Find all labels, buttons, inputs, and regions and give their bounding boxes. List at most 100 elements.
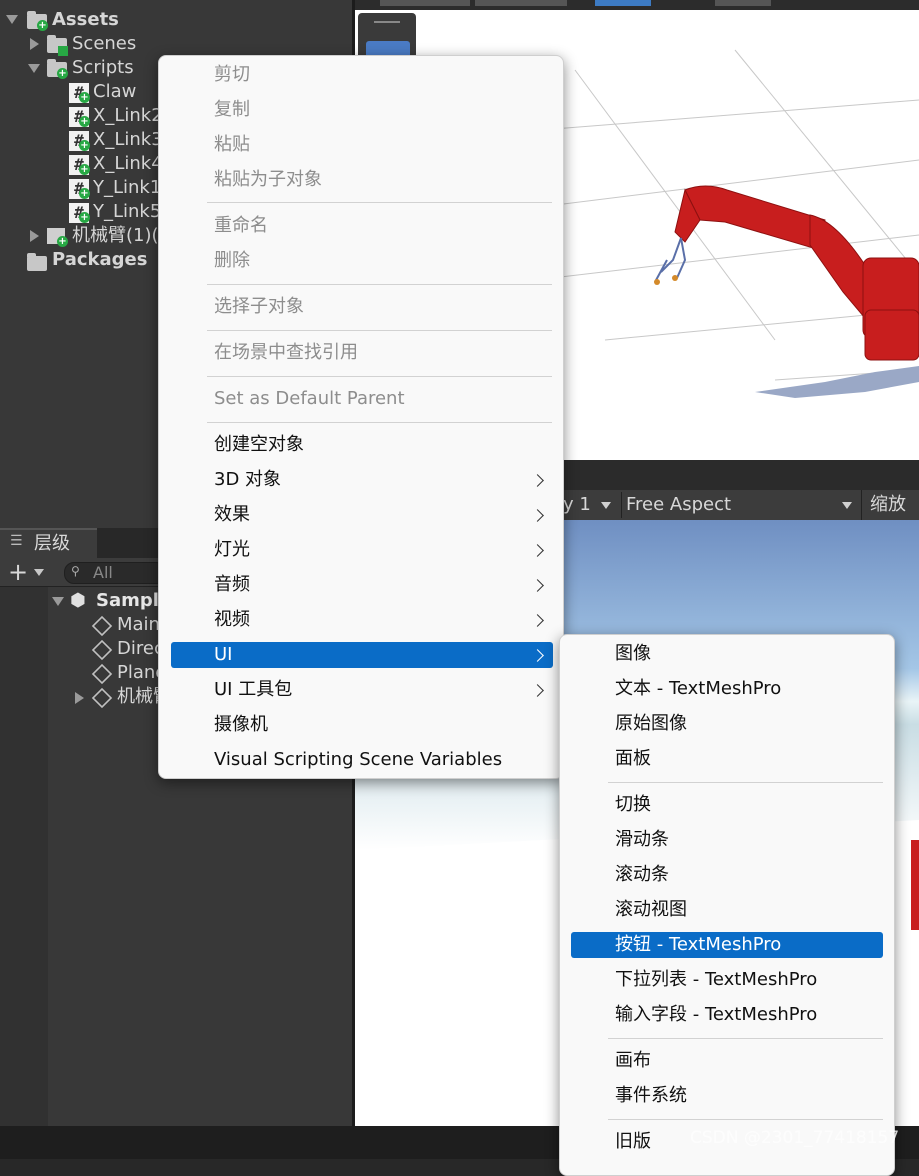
- menu-separator: [207, 422, 552, 423]
- hierarchy-item[interactable]: Main: [117, 613, 160, 637]
- menu-item-effects[interactable]: 效果: [214, 501, 250, 529]
- expand-arrow-icon[interactable]: [52, 597, 64, 606]
- add-badge-icon: +: [57, 68, 68, 79]
- project-item-y-link5[interactable]: Y_Link5: [93, 200, 161, 224]
- menu-separator: [207, 202, 552, 203]
- watermark-text: CSDN @2301_77418157: [690, 1128, 900, 1148]
- search-icon: ⚲: [71, 564, 80, 578]
- submenu-item-event-system[interactable]: 事件系统: [615, 1082, 687, 1110]
- unity-logo-icon: ⬢: [70, 590, 86, 611]
- add-badge-icon: +: [79, 188, 90, 199]
- expand-arrow-icon[interactable]: [75, 692, 84, 704]
- chevron-down-icon[interactable]: [601, 502, 611, 509]
- display-label[interactable]: y 1: [563, 490, 591, 520]
- add-icon[interactable]: +: [8, 558, 28, 586]
- scale-label: 缩放: [870, 494, 906, 515]
- expand-arrow-icon[interactable]: [6, 15, 18, 24]
- chevron-down-icon: [842, 502, 852, 509]
- toolbar-button[interactable]: [380, 0, 470, 6]
- folder-icon: [27, 253, 47, 271]
- chevron-down-icon[interactable]: [34, 569, 44, 576]
- menu-separator: [207, 330, 552, 331]
- submenu-arrow-icon: [531, 509, 544, 522]
- submenu-arrow-icon: [531, 579, 544, 592]
- project-item-y-link1[interactable]: Y_Link1: [93, 176, 161, 200]
- submenu-item-legacy[interactable]: 旧版: [615, 1128, 651, 1156]
- menu-separator: [207, 376, 552, 377]
- scale-control[interactable]: 缩放: [861, 490, 919, 520]
- submenu-item-scrollbar[interactable]: 滚动条: [615, 861, 669, 889]
- submenu-item-image[interactable]: 图像: [615, 640, 651, 668]
- project-item-x-link4[interactable]: X_Link4: [93, 152, 163, 176]
- menu-item-create-empty[interactable]: 创建空对象: [214, 431, 304, 459]
- submenu-item-scroll-view[interactable]: 滚动视图: [615, 896, 687, 924]
- aspect-dropdown[interactable]: Free Aspect: [621, 492, 857, 518]
- toolbar-button[interactable]: [715, 0, 771, 6]
- submenu-arrow-icon: [531, 474, 544, 487]
- submenu-item-text-textmeshpro[interactable]: 文本 - TextMeshPro: [615, 675, 781, 703]
- list-icon: ☰: [10, 533, 23, 549]
- menu-separator: [608, 1119, 883, 1120]
- menu-item-audio[interactable]: 音频: [214, 571, 250, 599]
- menu-item-camera[interactable]: 摄像机: [214, 711, 268, 739]
- menu-item-set-default-parent[interactable]: Set as Default Parent: [214, 385, 405, 413]
- project-item-scenes[interactable]: Scenes: [72, 32, 136, 56]
- menu-item-delete[interactable]: 删除: [214, 247, 250, 275]
- menu-item-paste-as-child[interactable]: 粘贴为子对象: [214, 166, 322, 194]
- submenu-item-dropdown-textmeshpro[interactable]: 下拉列表 - TextMeshPro: [615, 966, 817, 994]
- project-item-scripts[interactable]: Scripts: [72, 56, 134, 80]
- add-badge-icon: +: [79, 92, 90, 103]
- scene-toolbar: [355, 0, 919, 10]
- project-item-x-link2[interactable]: X_Link2: [93, 104, 163, 128]
- project-item-x-link3[interactable]: X_Link3: [93, 128, 163, 152]
- hierarchy-item[interactable]: Direc: [117, 637, 164, 661]
- submenu-item-canvas[interactable]: 画布: [615, 1047, 651, 1075]
- add-badge-icon: +: [57, 236, 68, 247]
- search-input[interactable]: ⚲ All: [64, 562, 166, 584]
- context-menu: 剪切 复制 粘贴 粘贴为子对象 重命名 删除 选择子对象 在场景中查找引用 Se…: [158, 55, 564, 779]
- toolbar-button[interactable]: [475, 0, 567, 6]
- submenu-item-button-textmeshpro[interactable]: 按钮 - TextMeshPro: [615, 931, 781, 959]
- toolbar-button[interactable]: [595, 0, 651, 6]
- expand-arrow-icon[interactable]: [30, 38, 39, 50]
- menu-item-copy[interactable]: 复制: [214, 96, 250, 124]
- submenu-item-input-field-textmeshpro[interactable]: 输入字段 - TextMeshPro: [615, 1001, 817, 1029]
- menu-item-paste[interactable]: 粘贴: [214, 131, 250, 159]
- menu-item-visual-scripting-scene-variables[interactable]: Visual Scripting Scene Variables: [214, 746, 502, 774]
- submenu-arrow-icon: [531, 544, 544, 557]
- project-item-claw[interactable]: Claw: [93, 80, 136, 104]
- menu-separator: [608, 1038, 883, 1039]
- menu-item-ui[interactable]: UI: [214, 641, 232, 669]
- menu-item-light[interactable]: 灯光: [214, 536, 250, 564]
- submenu-item-panel[interactable]: 面板: [615, 745, 651, 773]
- expand-arrow-icon[interactable]: [28, 64, 40, 73]
- project-item-robot-arm[interactable]: 机械臂(1)(1: [72, 224, 170, 248]
- menu-item-find-references[interactable]: 在场景中查找引用: [214, 339, 358, 367]
- hierarchy-gutter: [0, 587, 48, 1126]
- menu-item-select-children[interactable]: 选择子对象: [214, 293, 304, 321]
- add-badge-icon: +: [79, 116, 90, 127]
- menu-item-3d-object[interactable]: 3D 对象: [214, 466, 281, 494]
- add-badge-icon: +: [79, 164, 90, 175]
- submenu-item-toggle[interactable]: 切换: [615, 791, 651, 819]
- project-item-packages[interactable]: Packages: [52, 248, 147, 272]
- expand-arrow-icon[interactable]: [30, 230, 39, 242]
- submenu-arrow-icon: [531, 684, 544, 697]
- aspect-label: Free Aspect: [626, 494, 732, 515]
- menu-item-cut[interactable]: 剪切: [214, 61, 250, 89]
- project-item-assets[interactable]: Assets: [52, 8, 119, 32]
- tab-hierarchy[interactable]: ☰ 层级: [0, 528, 97, 558]
- add-badge-icon: +: [79, 140, 90, 151]
- menu-separator: [207, 284, 552, 285]
- submenu-arrow-icon: [531, 614, 544, 627]
- menu-separator: [608, 782, 883, 783]
- add-badge-icon: +: [37, 20, 48, 31]
- menu-item-ui-toolkit[interactable]: UI 工具包: [214, 676, 292, 704]
- tab-label: 层级: [34, 533, 70, 554]
- submenu-item-slider[interactable]: 滑动条: [615, 826, 669, 854]
- edit-badge-icon: [58, 46, 68, 56]
- submenu-item-raw-image[interactable]: 原始图像: [615, 710, 687, 738]
- menu-item-video[interactable]: 视频: [214, 606, 250, 634]
- menu-item-rename[interactable]: 重命名: [214, 212, 268, 240]
- add-badge-icon: +: [79, 212, 90, 223]
